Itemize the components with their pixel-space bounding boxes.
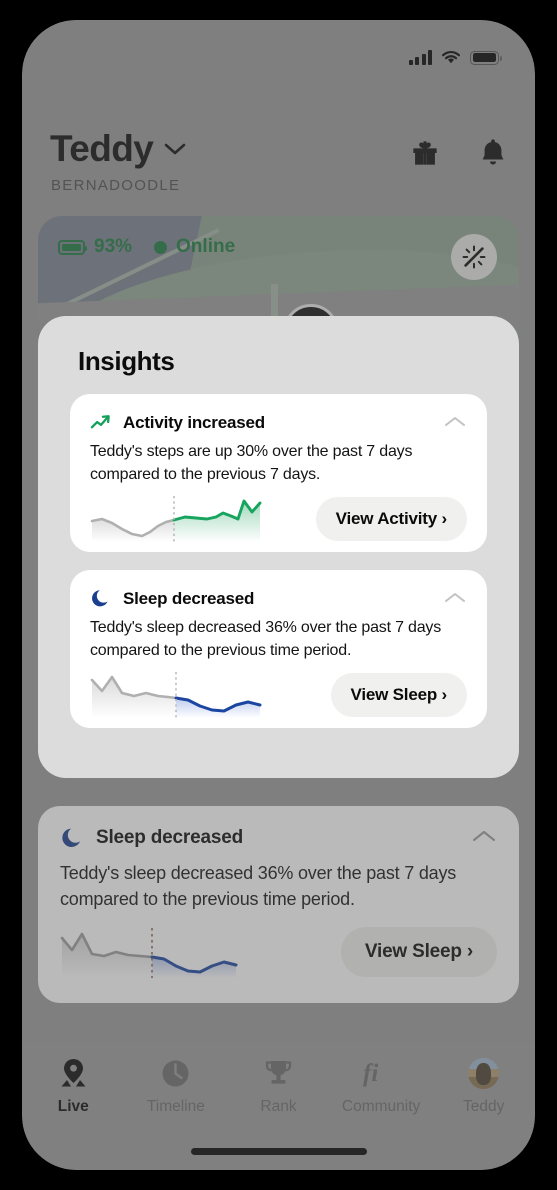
pet-breed-label: BERNADOODLE <box>51 177 181 194</box>
chevron-up-icon[interactable] <box>471 828 497 844</box>
tab-timeline[interactable]: Timeline <box>125 1058 228 1116</box>
svg-text:fi: fi <box>363 1060 378 1087</box>
tab-teddy[interactable]: Teddy <box>432 1057 535 1116</box>
tab-rank[interactable]: Rank <box>227 1058 330 1116</box>
insights-sheet: Insights Activity increased Teddy's step… <box>38 316 519 778</box>
home-indicator <box>190 1148 367 1155</box>
view-sleep-button[interactable]: View Sleep › <box>340 927 497 978</box>
cellular-bars-icon <box>408 50 432 65</box>
insight-title: Sleep decreased <box>123 588 255 608</box>
moon-icon <box>62 828 80 847</box>
insight-title: Activity increased <box>123 412 265 432</box>
phone-frame: Teddy BERNADOODLE 93% Online Sleep decre… <box>22 20 535 1170</box>
sleep-sparkline-chart <box>60 926 250 979</box>
tab-label: Teddy <box>462 1098 505 1115</box>
location-pin-icon <box>60 1058 87 1088</box>
sleep-sparkline-chart <box>90 672 262 719</box>
bell-icon[interactable] <box>479 138 507 168</box>
activity-sparkline-chart <box>90 496 262 543</box>
chevron-down-icon[interactable] <box>163 142 187 156</box>
tab-live[interactable]: Live <box>22 1058 125 1116</box>
insight-title: Sleep decreased <box>96 827 243 848</box>
chevron-up-icon[interactable] <box>443 590 467 604</box>
app-header: Teddy BERNADOODLE <box>22 118 535 208</box>
view-sleep-button[interactable]: View Sleep › <box>330 673 467 718</box>
insight-body: Teddy's sleep decreased 36% over the pas… <box>90 619 442 659</box>
insight-card-activity[interactable]: Activity increased Teddy's steps are up … <box>70 394 487 552</box>
moon-icon <box>92 590 108 607</box>
tab-label: Community <box>341 1098 421 1115</box>
clock-icon <box>161 1058 190 1088</box>
battery-icon <box>470 50 502 65</box>
insight-card-sleep-background[interactable]: Sleep decreased Teddy's sleep decreased … <box>38 806 519 1003</box>
pet-selector[interactable]: Teddy <box>50 128 187 170</box>
tab-label: Rank <box>260 1098 297 1115</box>
tab-community[interactable]: fi Community <box>330 1058 433 1116</box>
online-status-label: Online <box>176 236 236 257</box>
insight-body: Teddy's sleep decreased 36% over the pas… <box>60 863 457 910</box>
battery-status: 93% <box>58 236 132 258</box>
connection-status: Online <box>154 236 235 258</box>
tab-label: Timeline <box>146 1098 205 1115</box>
status-bar <box>22 20 535 84</box>
brightness-slash-icon <box>462 245 486 269</box>
online-dot-icon <box>154 240 168 254</box>
map-style-button[interactable] <box>451 234 497 280</box>
wifi-icon <box>442 51 460 64</box>
battery-icon <box>58 239 87 255</box>
view-activity-button[interactable]: View Activity › <box>315 497 467 542</box>
page-title: Teddy <box>50 128 154 169</box>
gift-icon[interactable] <box>411 139 439 167</box>
trend-up-icon <box>90 415 110 429</box>
phone-screen: Teddy BERNADOODLE 93% Online Sleep decre… <box>22 20 535 1170</box>
trophy-icon <box>264 1058 293 1088</box>
avatar-icon <box>468 1057 500 1089</box>
sheet-title: Insights <box>78 346 175 376</box>
battery-level-label: 93% <box>94 236 133 257</box>
fi-logo-icon: fi <box>362 1058 400 1088</box>
insight-body: Teddy's steps are up 30% over the past 7… <box>90 443 413 483</box>
tab-label: Live <box>57 1098 89 1115</box>
chevron-up-icon[interactable] <box>443 414 467 428</box>
insight-card-sleep[interactable]: Sleep decreased Teddy's sleep decreased … <box>70 570 487 728</box>
avatar <box>468 1057 500 1089</box>
